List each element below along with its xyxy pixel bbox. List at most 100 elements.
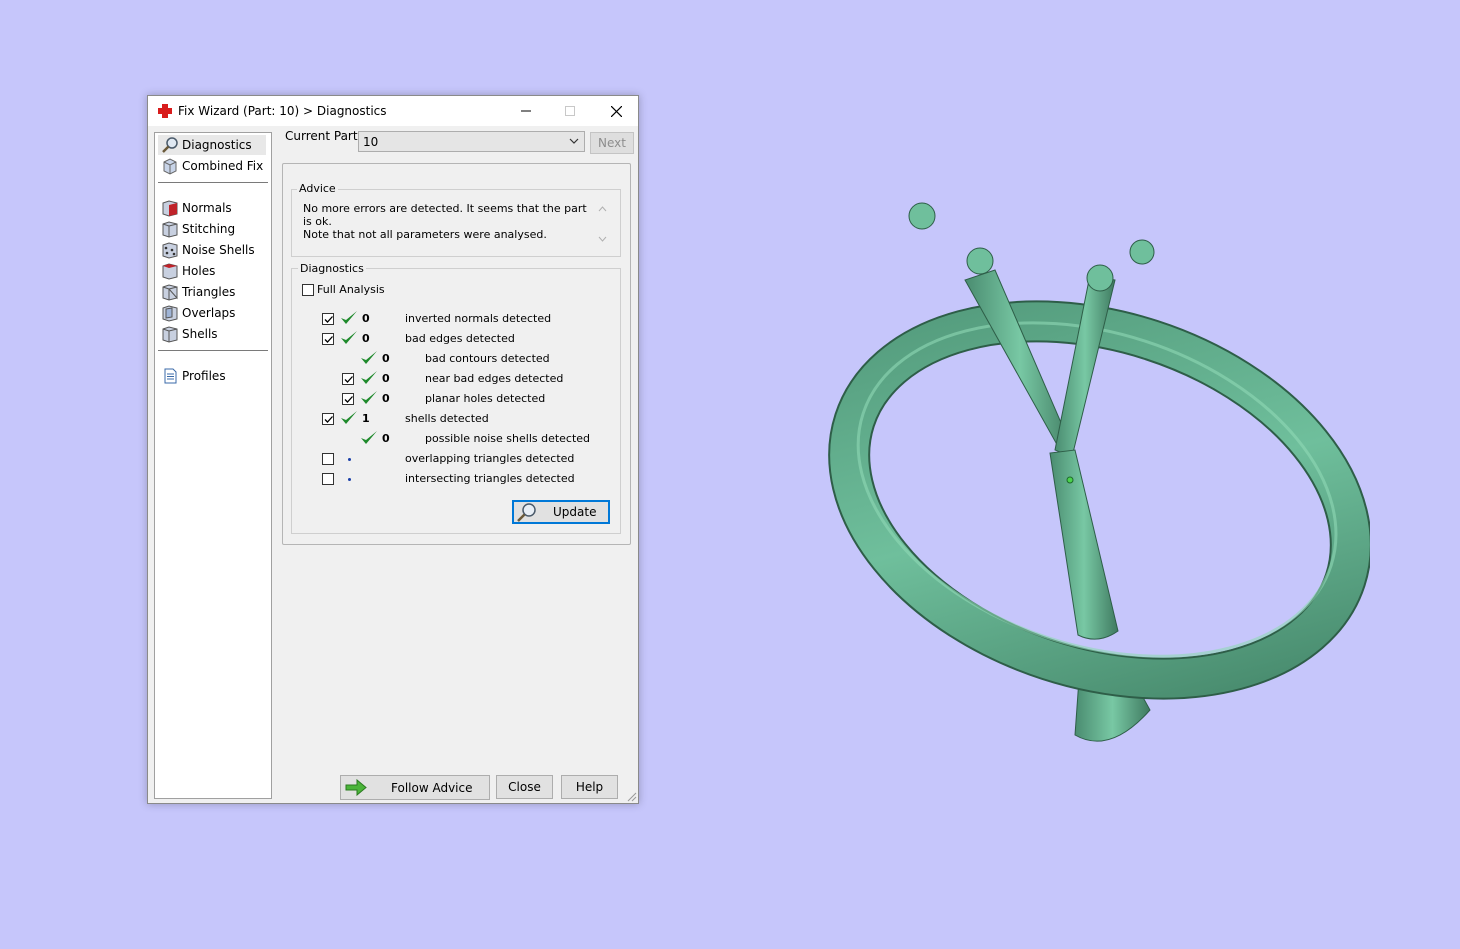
ok-check-icon [361, 351, 377, 364]
shells-icon [162, 326, 178, 343]
row-count: 0 [382, 372, 390, 385]
sidebar-item-shells[interactable]: Shells [158, 324, 266, 344]
row-label: near bad edges detected [425, 372, 564, 385]
checkmark-icon [344, 396, 353, 403]
sidebar-item-holes[interactable]: Holes [158, 261, 266, 281]
maximize-button [548, 96, 592, 126]
sidebar-item-label: Stitching [182, 222, 236, 236]
overlaps-icon [162, 305, 178, 322]
sidebar-item-profiles[interactable]: Profiles [158, 366, 266, 386]
inverted-normals-checkbox[interactable] [322, 313, 334, 325]
green-arrow-icon [345, 779, 367, 796]
shells-checkbox[interactable] [322, 413, 334, 425]
combined-fix-icon [163, 158, 177, 175]
minimize-button[interactable] [504, 96, 548, 126]
ok-check-icon [361, 391, 377, 404]
row-count: 0 [382, 392, 390, 405]
row-label: overlapping triangles detected [405, 452, 575, 465]
magnifier-icon [517, 503, 536, 522]
help-button[interactable]: Help [561, 775, 618, 799]
current-part-select[interactable]: 10 [358, 131, 585, 152]
row-count: 0 [382, 432, 390, 445]
sidebar-item-overlaps[interactable]: Overlaps [158, 303, 266, 323]
sidebar: Diagnostics Combined Fix Normals Stitchi… [154, 132, 272, 799]
checkmark-icon [344, 376, 353, 383]
sidebar-divider [158, 182, 268, 183]
row-label: intersecting triangles detected [405, 472, 575, 485]
row-label: bad contours detected [425, 352, 550, 365]
row-count: 0 [362, 312, 370, 325]
sidebar-item-combined-fix[interactable]: Combined Fix [158, 156, 266, 176]
pending-dot-icon [348, 478, 351, 481]
sidebar-item-noise-shells[interactable]: Noise Shells [158, 240, 266, 260]
sidebar-item-label: Shells [182, 327, 218, 341]
row-label: inverted normals detected [405, 312, 552, 325]
sidebar-item-normals[interactable]: Normals [158, 198, 266, 218]
checkmark-icon [324, 336, 333, 343]
current-part-value: 10 [363, 135, 379, 149]
close-icon [611, 106, 622, 117]
sidebar-item-label: Overlaps [182, 306, 236, 320]
title-bar[interactable]: Fix Wizard (Part: 10) > Diagnostics [148, 96, 638, 126]
3d-model-view[interactable] [770, 195, 1370, 755]
advice-title: Advice [297, 182, 338, 195]
row-count: 1 [362, 412, 370, 425]
close-window-button[interactable] [594, 96, 638, 126]
document-icon [164, 368, 177, 384]
window-title: Fix Wizard (Part: 10) > Diagnostics [178, 104, 387, 118]
row-count: 0 [362, 332, 370, 345]
sidebar-item-label: Diagnostics [182, 138, 252, 152]
full-analysis-checkbox[interactable] [302, 284, 314, 296]
sidebar-item-label: Profiles [182, 369, 226, 383]
model-mesh [828, 202, 1370, 742]
sidebar-item-stitching[interactable]: Stitching [158, 219, 266, 239]
near-bad-edges-checkbox[interactable] [342, 373, 354, 385]
checkmark-icon [324, 416, 333, 423]
magnifier-icon [162, 137, 178, 153]
sidebar-item-label: Combined Fix [182, 159, 264, 173]
sidebar-item-label: Holes [182, 264, 216, 278]
advice-text: No more errors are detected. It seems th… [303, 202, 595, 248]
stitching-icon [162, 221, 178, 238]
close-button[interactable]: Close [496, 775, 553, 799]
ok-check-icon [361, 431, 377, 444]
ok-check-icon [341, 311, 357, 324]
update-label: Update [553, 505, 597, 519]
sidebar-item-triangles[interactable]: Triangles [158, 282, 266, 302]
sidebar-item-diagnostics[interactable]: Diagnostics [158, 135, 266, 155]
resize-grip-icon[interactable] [627, 792, 637, 802]
scroll-down-icon[interactable] [598, 236, 607, 242]
ok-check-icon [341, 331, 357, 344]
red-cross-icon [158, 104, 172, 118]
next-button[interactable]: Next [590, 132, 634, 154]
minimize-icon [521, 110, 531, 112]
scroll-up-icon[interactable] [598, 206, 607, 212]
row-label: bad edges detected [405, 332, 515, 345]
row-label: planar holes detected [425, 392, 546, 405]
noise-shells-icon [162, 242, 178, 259]
normals-icon [162, 200, 178, 217]
sidebar-divider [158, 350, 268, 351]
sidebar-item-label: Triangles [182, 285, 236, 299]
triangles-icon [162, 284, 178, 301]
overlapping-triangles-checkbox[interactable] [322, 453, 334, 465]
follow-advice-button[interactable]: Follow Advice [340, 775, 490, 800]
row-label: possible noise shells detected [425, 432, 591, 445]
row-count: 0 [382, 352, 390, 365]
follow-advice-label: Follow Advice [391, 781, 473, 795]
update-button[interactable]: Update [512, 500, 610, 524]
ok-check-icon [361, 371, 377, 384]
advice-line: Note that not all parameters were analys… [303, 228, 547, 241]
maximize-icon [565, 106, 575, 116]
row-label: shells detected [405, 412, 489, 425]
planar-holes-checkbox[interactable] [342, 393, 354, 405]
fix-wizard-dialog: Fix Wizard (Part: 10) > Diagnostics Diag… [147, 95, 639, 804]
checkmark-icon [324, 316, 333, 323]
sidebar-item-label: Noise Shells [182, 243, 255, 257]
intersecting-triangles-checkbox[interactable] [322, 473, 334, 485]
diagnostics-title: Diagnostics [298, 262, 366, 275]
bad-edges-checkbox[interactable] [322, 333, 334, 345]
advice-line: No more errors are detected. It seems th… [303, 202, 587, 228]
pending-dot-icon [348, 458, 351, 461]
sidebar-item-label: Normals [182, 201, 232, 215]
